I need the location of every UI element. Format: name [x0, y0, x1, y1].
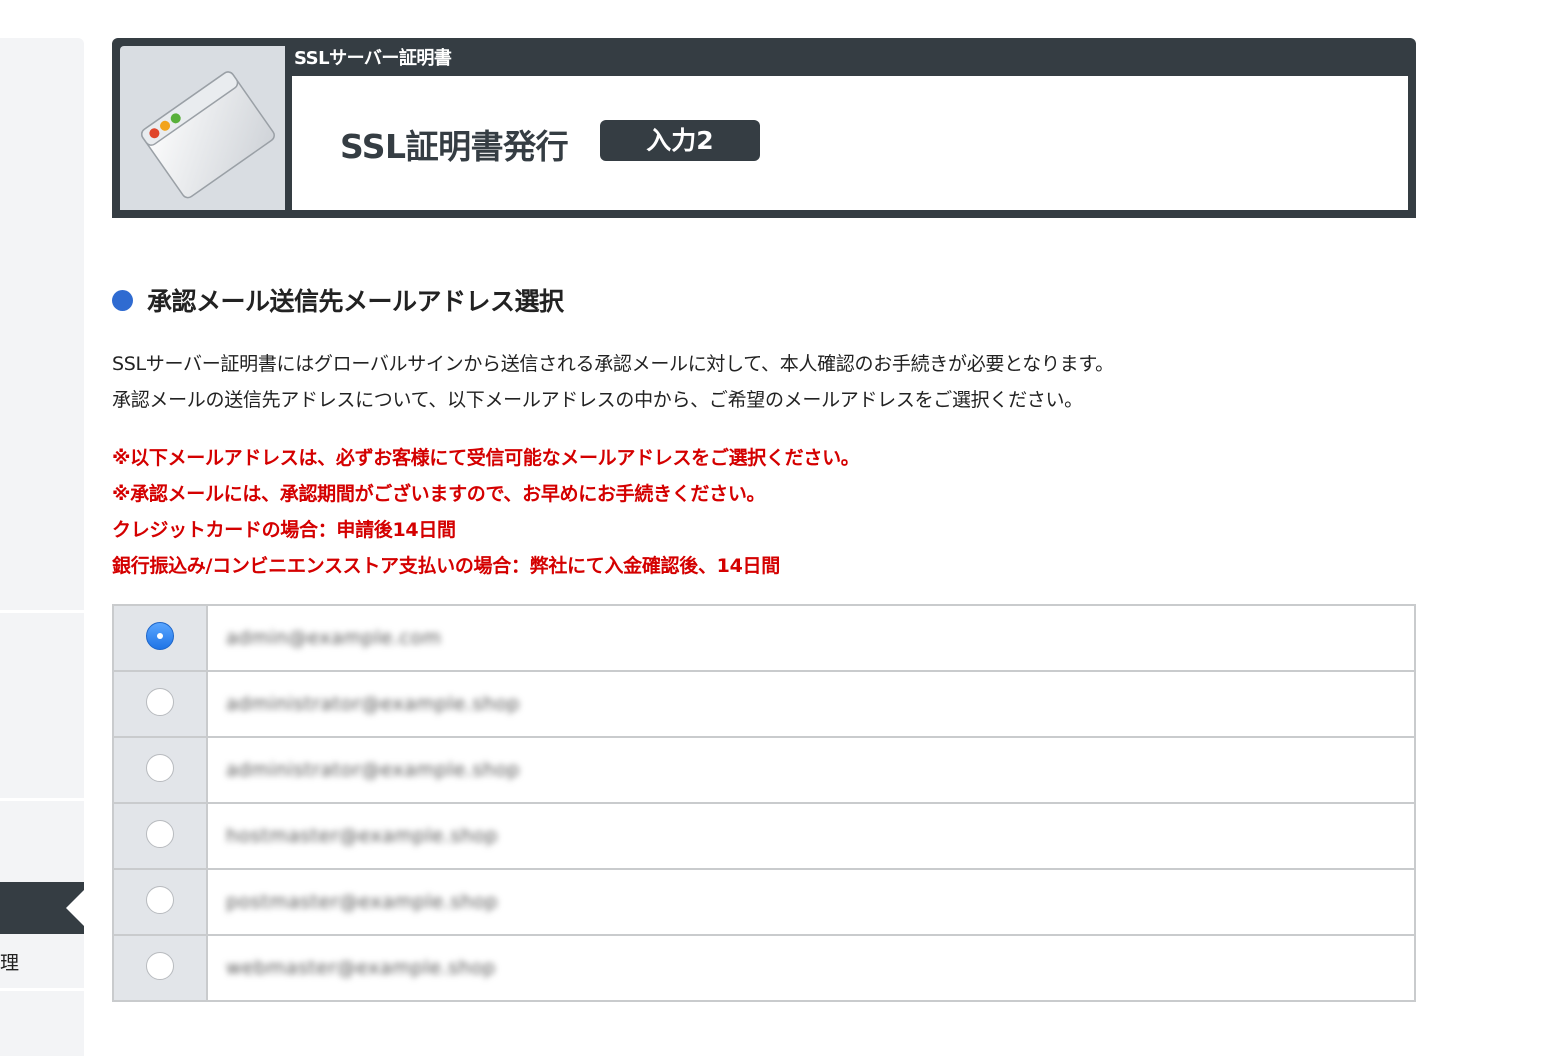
notes: ※以下メールアドレスは、必ずお客様にて受信可能なメールアドレスをご選択ください。… — [112, 440, 860, 584]
address-text: postmaster@example.shop — [226, 891, 498, 913]
sidebar-divider — [0, 988, 84, 991]
bullet-icon — [112, 289, 133, 311]
description-line: 承認メールの送信先アドレスについて、以下メールアドレスの中から、ご希望のメールア… — [112, 389, 1083, 411]
note-line: クレジットカードの場合：申請後14日間 — [112, 519, 456, 541]
page-title: SSL証明書発行 — [340, 127, 569, 166]
note-line: ※以下メールアドレスは、必ずお客様にて受信可能なメールアドレスをご選択ください。 — [112, 447, 860, 469]
table-row[interactable]: admin@example.com — [112, 604, 1416, 672]
address-text: administrator@example.shop — [226, 693, 520, 715]
radio-cell — [112, 868, 208, 936]
step-badge: 入力2 — [600, 120, 760, 161]
page: 理 SSLサーバー証明書 SSL証明書発行 入力2 承認メール送信先メールアドレ… — [0, 0, 1542, 1056]
address-radio[interactable] — [146, 622, 174, 650]
radio-cell — [112, 802, 208, 870]
radio-cell — [112, 736, 208, 804]
section-heading-text: 承認メール送信先メールアドレス選択 — [147, 287, 564, 316]
address-radio[interactable] — [146, 886, 174, 914]
address-option-table: admin@example.com administrator@example.… — [112, 604, 1416, 1002]
address-text: administrator@example.shop — [226, 759, 520, 781]
sidebar-divider — [0, 610, 84, 613]
address-text: admin@example.com — [226, 627, 442, 649]
active-indicator-notch — [66, 890, 84, 926]
table-row[interactable]: administrator@example.shop — [112, 736, 1416, 804]
address-cell: administrator@example.shop — [206, 736, 1416, 804]
page-header: SSLサーバー証明書 SSL証明書発行 入力2 — [112, 38, 1416, 218]
section-heading: 承認メール送信先メールアドレス選択 — [112, 282, 564, 318]
address-cell: administrator@example.shop — [206, 670, 1416, 738]
description-line: SSLサーバー証明書にはグローバルサインから送信される承認メールに対して、本人確… — [112, 353, 1114, 375]
table-row[interactable]: webmaster@example.shop — [112, 934, 1416, 1002]
table-row[interactable]: postmaster@example.shop — [112, 868, 1416, 936]
note-line: 銀行振込み/コンビニエンスストア支払いの場合：弊社にて入金確認後、14日間 — [112, 555, 780, 577]
address-radio[interactable] — [146, 688, 174, 716]
sidebar-divider — [0, 798, 84, 801]
address-text: webmaster@example.shop — [226, 957, 496, 979]
table-row[interactable]: hostmaster@example.shop — [112, 802, 1416, 870]
radio-cell — [112, 670, 208, 738]
section-label: SSLサーバー証明書 — [294, 48, 452, 69]
address-cell: admin@example.com — [206, 604, 1416, 672]
description: SSLサーバー証明書にはグローバルサインから送信される承認メールに対して、本人確… — [112, 346, 1114, 418]
address-radio[interactable] — [146, 952, 174, 980]
radio-cell — [112, 604, 208, 672]
sidebar-item-active[interactable] — [0, 882, 84, 934]
note-line: ※承認メールには、承認期間がございますので、お早めにお手続きください。 — [112, 483, 766, 505]
table-row[interactable]: administrator@example.shop — [112, 670, 1416, 738]
sidebar-item-label[interactable]: 理 — [0, 948, 19, 975]
browser-window-icon — [120, 46, 285, 210]
radio-cell — [112, 934, 208, 1002]
address-cell: webmaster@example.shop — [206, 934, 1416, 1002]
address-radio[interactable] — [146, 820, 174, 848]
address-text: hostmaster@example.shop — [226, 825, 498, 847]
address-cell: hostmaster@example.shop — [206, 802, 1416, 870]
address-radio[interactable] — [146, 754, 174, 782]
address-cell: postmaster@example.shop — [206, 868, 1416, 936]
title-panel: SSL証明書発行 入力2 — [292, 76, 1408, 210]
sidebar: 理 — [0, 38, 84, 1056]
